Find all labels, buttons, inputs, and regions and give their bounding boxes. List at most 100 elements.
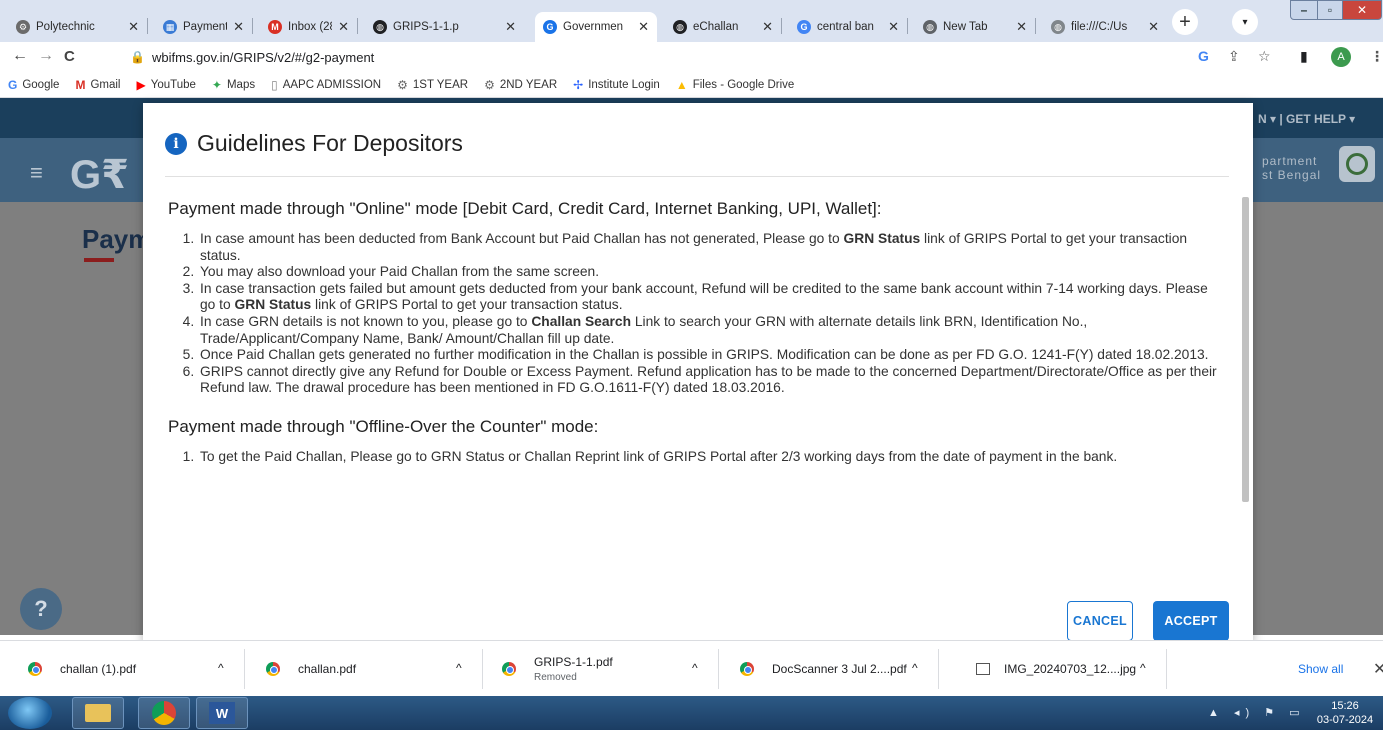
modal-scrollbar[interactable] [1242,197,1249,502]
bookmark-icon: ✦ [211,77,222,92]
bookmark-item[interactable]: ⚙ 2ND YEAR [484,78,557,92]
government-emblem-icon [1339,146,1375,182]
download-item[interactable]: DocScanner 3 Jul 2....pdf [740,641,907,697]
share-icon[interactable]: ⇪ [1228,48,1240,65]
lock-icon[interactable]: 🔒 [130,50,145,64]
download-options-chevron-icon[interactable]: ^ [456,661,462,675]
word-taskbar-icon[interactable]: W [196,697,248,729]
bookmark-icon: G [8,77,18,92]
tab-close-icon[interactable]: ✕ [1148,19,1159,35]
show-all-downloads-link[interactable]: Show all [1298,662,1343,676]
guideline-item: To get the Paid Challan, Please go to GR… [198,449,1218,466]
tab-separator [357,18,358,34]
grips-logo: G₹ [70,153,129,197]
downloads-close-icon[interactable]: ✕ [1373,659,1383,679]
tab-separator [252,18,253,34]
download-item[interactable]: challan (1).pdf [28,641,136,697]
cancel-button[interactable]: CANCEL [1067,601,1133,641]
profile-avatar[interactable]: A [1331,47,1351,67]
tab-separator [781,18,782,34]
tab-close-icon[interactable]: ✕ [505,19,516,35]
tab-separator [907,18,908,34]
bookmark-item[interactable]: ✦ Maps [212,78,255,92]
side-panel-icon[interactable]: ▮ [1300,48,1308,65]
help-button[interactable]: ? [20,588,62,630]
tab-close-icon[interactable]: ✕ [888,19,899,35]
tab-close-icon[interactable]: ✕ [1016,19,1027,35]
download-options-chevron-icon[interactable]: ^ [218,661,224,675]
guideline-item: In case GRN details is not known to you,… [198,314,1218,347]
browser-tab[interactable]: ◍ eChallan ✕ [665,12,781,42]
download-options-chevron-icon[interactable]: ^ [912,661,918,675]
bookmark-item[interactable]: G Google [8,78,59,92]
system-tray-icons[interactable]: ▲ ◂) ⚑ ▭ [1208,706,1306,719]
browser-tab[interactable]: ◍ GRIPS-1-1.p ✕ [365,12,524,42]
start-button[interactable] [8,697,52,729]
browser-tab[interactable]: G Governmen ✕ [535,12,657,42]
google-lens-icon[interactable]: G [1198,48,1209,64]
bookmark-item[interactable]: ▶ YouTube [136,78,195,92]
tab-close-icon[interactable]: ✕ [233,19,244,35]
online-mode-heading: Payment made through "Online" mode [Debi… [168,199,882,218]
department-name: partment st Bengal [1262,154,1322,182]
download-separator [1166,649,1167,689]
bookmark-item[interactable]: M Gmail [75,78,120,92]
url-text[interactable]: wbifms.gov.in/GRIPS/v2/#/g2-payment [152,50,374,65]
hamburger-menu-icon[interactable]: ≡ [30,160,43,186]
bookmark-icon: ▯ [271,77,278,92]
tab-close-icon[interactable]: ✕ [638,19,649,35]
bookmark-label: AAPC ADMISSION [282,78,382,91]
browser-tab[interactable]: Gcentral ban ✕ [789,12,907,42]
offline-guidelines-list: To get the Paid Challan, Please go to GR… [198,449,1238,466]
tab-favicon-icon: ◍ [673,20,687,34]
tab-strip: + ▾ – ▫ ✕ ⚙ Polytechnic ✕ ▦ Payment of ✕ M Inbo… [0,0,1383,42]
download-options-chevron-icon[interactable]: ^ [692,661,698,675]
modal-body[interactable]: Payment made through "Online" mode [Debi… [168,199,1238,639]
offline-mode-heading: Payment made through "Offline-Over the C… [168,416,599,436]
tab-close-icon[interactable]: ✕ [762,19,773,35]
bookmark-icon: M [75,77,86,92]
download-item[interactable]: GRIPS-1-1.pdf Removed [502,641,613,697]
forward-button[interactable]: → [38,47,54,65]
browser-tab[interactable]: ⚙ Polytechnic ✕ [8,12,147,42]
guidelines-modal: i Guidelines For Depositors Payment made… [143,103,1253,643]
back-button[interactable]: ← [12,47,28,65]
download-item[interactable]: challan.pdf [266,641,356,697]
browser-tab[interactable]: M Inbox (28) - ✕ [260,12,357,42]
tab-search-button[interactable]: ▾ [1232,9,1258,35]
bookmark-item[interactable]: ▯ AAPC ADMISSION [271,78,381,92]
address-bar[interactable]: 🔒 wbifms.gov.in/GRIPS/v2/#/g2-payment [114,45,1284,69]
download-options-chevron-icon[interactable]: ^ [1140,661,1146,675]
tab-close-icon[interactable]: ✕ [128,19,139,35]
browser-tab[interactable]: ▦ Payment of ✕ [155,12,252,42]
bookmark-item[interactable]: ⚙ 1ST YEAR [397,78,468,92]
top-nav-links[interactable]: N ▾ | GET HELP ▾ [1258,112,1355,126]
bookmark-item[interactable]: ✢ Institute Login [573,78,660,92]
tab-favicon-icon: M [268,20,282,34]
minimize-button[interactable]: – [1290,0,1318,20]
modal-header: i Guidelines For Depositors [165,130,463,157]
guideline-link-text: GRN Status [234,297,312,313]
tab-close-icon[interactable]: ✕ [338,19,349,35]
guideline-item: Once Paid Challan gets generated no furt… [198,347,1218,364]
new-tab-button[interactable]: + [1172,9,1198,35]
bookmark-star-icon[interactable]: ☆ [1258,48,1271,65]
bookmark-item[interactable]: ▲ Files - Google Drive [676,78,795,92]
bookmark-label: Maps [226,78,256,91]
browser-tab[interactable]: ◍ file:///C:/Us ✕ [1043,12,1167,42]
file-explorer-taskbar-icon[interactable] [72,697,124,729]
browser-tab[interactable]: ◍ New Tab ✕ [915,12,1035,42]
window-close-button[interactable]: ✕ [1342,0,1382,20]
tab-title: New Tab [943,21,988,33]
tab-favicon-icon: ◍ [923,20,937,34]
reload-button[interactable]: C [64,48,75,65]
browser-menu-icon[interactable]: ⋮ [1370,48,1383,65]
bookmark-label: 1ST YEAR [412,78,469,91]
download-item[interactable]: IMG_20240703_12....jpg [976,641,1136,697]
maximize-button[interactable]: ▫ [1317,0,1343,20]
accept-button[interactable]: ACCEPT [1153,601,1229,641]
chrome-taskbar-icon[interactable] [138,697,190,729]
chrome-file-icon [740,662,754,676]
page-title: Paym [82,224,152,254]
clock[interactable]: 15:26 03-07-2024 [1310,699,1380,727]
